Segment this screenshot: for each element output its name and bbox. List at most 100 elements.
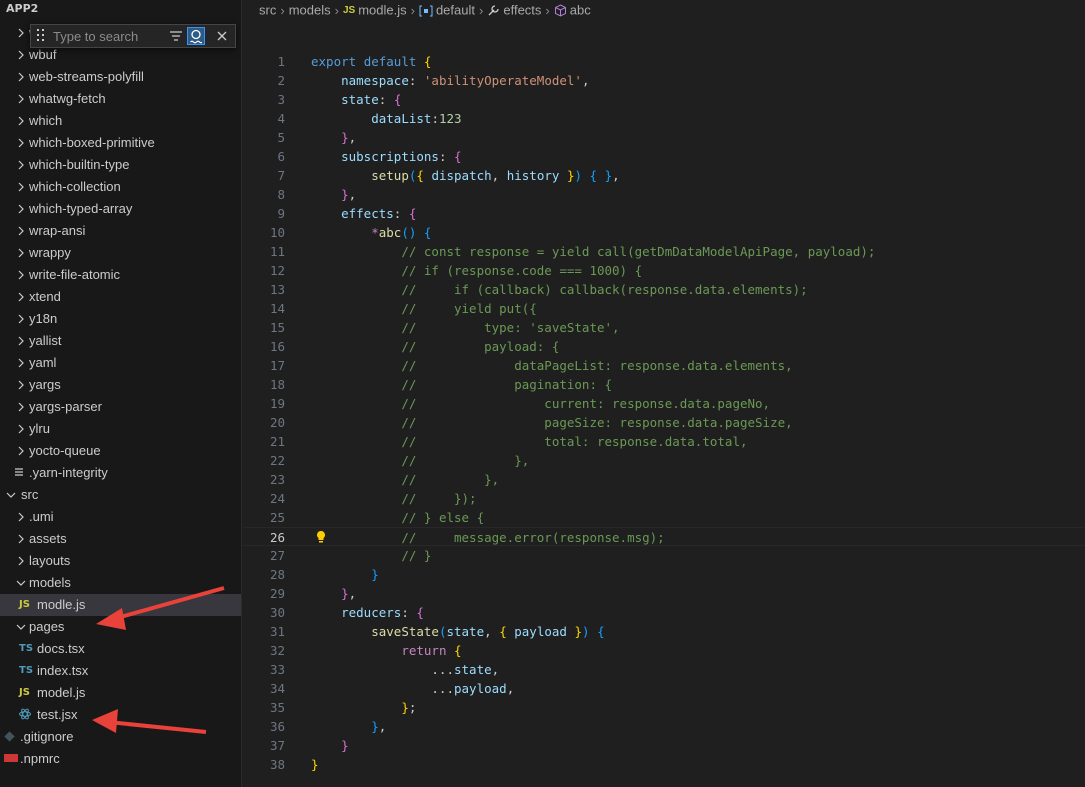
drag-grip-icon[interactable] <box>37 29 47 43</box>
tree-item[interactable]: write-file-atomic <box>0 264 241 286</box>
tree-item[interactable]: assets <box>0 528 241 550</box>
code-line[interactable]: 34 ...payload, <box>243 679 1085 698</box>
chevron-right-icon[interactable] <box>16 132 28 154</box>
tree-item[interactable]: src <box>0 484 241 506</box>
chevron-right-icon[interactable] <box>16 110 28 132</box>
chevron-right-icon[interactable] <box>16 242 28 264</box>
tree-item[interactable]: JS modle.js <box>0 594 241 616</box>
code-line[interactable]: 7 setup({ dispatch, history }) { }, <box>243 166 1085 185</box>
chevron-right-icon[interactable] <box>16 506 28 528</box>
code-line[interactable]: 37 } <box>243 736 1085 755</box>
code-line[interactable]: 20 // pageSize: response.data.pageSize, <box>243 413 1085 432</box>
tree-item[interactable]: yocto-queue <box>0 440 241 462</box>
chevron-right-icon[interactable] <box>16 286 28 308</box>
code-line[interactable]: 27 // } <box>243 546 1085 565</box>
chevron-right-icon[interactable] <box>16 374 28 396</box>
tree-item[interactable]: .gitignore <box>0 726 241 748</box>
code-line[interactable]: 22 // }, <box>243 451 1085 470</box>
tree-item[interactable]: which <box>0 110 241 132</box>
code-line[interactable]: 16 // payload: { <box>243 337 1085 356</box>
chevron-down-icon[interactable] <box>16 572 28 594</box>
filter-icon[interactable] <box>167 27 185 45</box>
code-line[interactable]: 13 // if (callback) callback(response.da… <box>243 280 1085 299</box>
tree-item[interactable]: .yarn-integrity <box>0 462 241 484</box>
chevron-right-icon[interactable] <box>16 66 28 88</box>
tree-item[interactable]: which-builtin-type <box>0 154 241 176</box>
code-line[interactable]: 11 // const response = yield call(getDmD… <box>243 242 1085 261</box>
close-icon[interactable] <box>213 27 231 45</box>
code-line[interactable]: 2 namespace: 'abilityOperateModel', <box>243 71 1085 90</box>
tree-item[interactable]: .umi <box>0 506 241 528</box>
code-line[interactable]: 35 }; <box>243 698 1085 717</box>
code-line[interactable]: 25 // } else { <box>243 508 1085 527</box>
breadcrumb-item[interactable]: models <box>289 2 331 18</box>
tree-item[interactable]: which-boxed-primitive <box>0 132 241 154</box>
chevron-right-icon[interactable] <box>16 396 28 418</box>
chevron-right-icon[interactable] <box>16 22 28 44</box>
chevron-right-icon[interactable] <box>16 88 28 110</box>
breadcrumb-item[interactable]: abc <box>554 2 591 18</box>
code-area[interactable]: 1 export default {2 namespace: 'abilityOp… <box>243 52 1085 774</box>
chevron-down-icon[interactable] <box>6 484 18 506</box>
tree-item[interactable]: yallist <box>0 330 241 352</box>
tree-item[interactable]: yargs <box>0 374 241 396</box>
code-editor[interactable]: src › models › JS modle.js › default › effects › ab… <box>243 0 1085 787</box>
code-line[interactable]: 18 // pagination: { <box>243 375 1085 394</box>
code-line[interactable]: 29 }, <box>243 584 1085 603</box>
tree-item[interactable]: models <box>0 572 241 594</box>
tree-item[interactable]: whatwg-fetch <box>0 88 241 110</box>
chevron-right-icon[interactable] <box>16 352 28 374</box>
code-line[interactable]: 14 // yield put({ <box>243 299 1085 318</box>
breadcrumb-item[interactable]: src <box>259 2 276 18</box>
chevron-right-icon[interactable] <box>16 418 28 440</box>
chevron-right-icon[interactable] <box>16 44 28 66</box>
chevron-right-icon[interactable] <box>16 264 28 286</box>
code-line[interactable]: 36 }, <box>243 717 1085 736</box>
chevron-right-icon[interactable] <box>16 176 28 198</box>
breadcrumb-item[interactable]: default <box>419 2 475 18</box>
code-line[interactable]: 26 // message.error(response.msg); <box>243 527 1085 546</box>
code-line[interactable]: 1 export default { <box>243 52 1085 71</box>
code-line[interactable]: 8 }, <box>243 185 1085 204</box>
breadcrumb-item[interactable]: JS modle.js <box>343 2 407 18</box>
code-line[interactable]: 21 // total: response.data.total, <box>243 432 1085 451</box>
tree-item[interactable]: TS index.tsx <box>0 660 241 682</box>
tree-item[interactable]: wrappy <box>0 242 241 264</box>
chevron-right-icon[interactable] <box>16 330 28 352</box>
code-line[interactable]: 3 state: { <box>243 90 1085 109</box>
code-line[interactable]: 24 // }); <box>243 489 1085 508</box>
chevron-right-icon[interactable] <box>16 528 28 550</box>
chevron-down-icon[interactable] <box>16 616 28 638</box>
tree-item[interactable]: TS docs.tsx <box>0 638 241 660</box>
tree-item[interactable]: ylru <box>0 418 241 440</box>
chevron-right-icon[interactable] <box>16 308 28 330</box>
code-line[interactable]: 15 // type: 'saveState', <box>243 318 1085 337</box>
fuzzy-match-toggle-icon[interactable] <box>187 27 205 45</box>
code-line[interactable]: 38} <box>243 755 1085 774</box>
chevron-right-icon[interactable] <box>16 154 28 176</box>
tree-item[interactable]: y18n <box>0 308 241 330</box>
tree-item[interactable]: layouts <box>0 550 241 572</box>
tree-item[interactable]: which-typed-array <box>0 198 241 220</box>
chevron-right-icon[interactable] <box>16 198 28 220</box>
code-line[interactable]: 23 // }, <box>243 470 1085 489</box>
tree-item[interactable]: pages <box>0 616 241 638</box>
code-line[interactable]: 6 subscriptions: { <box>243 147 1085 166</box>
tree-item[interactable]: .npmrc <box>0 748 241 770</box>
code-line[interactable]: 30 reducers: { <box>243 603 1085 622</box>
code-line[interactable]: 31 saveState(state, { payload }) { <box>243 622 1085 641</box>
tree-item[interactable]: yaml <box>0 352 241 374</box>
chevron-right-icon[interactable] <box>16 440 28 462</box>
code-line[interactable]: 9 effects: { <box>243 204 1085 223</box>
code-line[interactable]: 5 }, <box>243 128 1085 147</box>
code-line[interactable]: 10 *abc() { <box>243 223 1085 242</box>
code-line[interactable]: 12 // if (response.code === 1000) { <box>243 261 1085 280</box>
tree-item[interactable]: which-collection <box>0 176 241 198</box>
tree-item[interactable]: wrap-ansi <box>0 220 241 242</box>
code-line[interactable]: 33 ...state, <box>243 660 1085 679</box>
breadcrumb-item[interactable]: effects <box>487 2 541 18</box>
tree-item[interactable]: JS model.js <box>0 682 241 704</box>
tree-item[interactable]: xtend <box>0 286 241 308</box>
chevron-right-icon[interactable] <box>16 220 28 242</box>
code-line[interactable]: 28 } <box>243 565 1085 584</box>
